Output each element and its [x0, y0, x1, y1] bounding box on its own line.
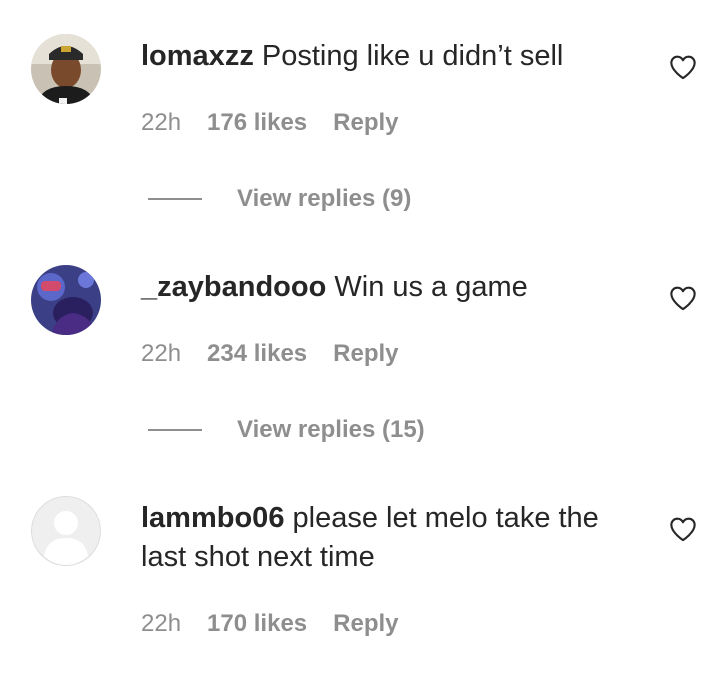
profile-photo-icon	[31, 34, 101, 104]
avatar[interactable]	[31, 34, 101, 104]
comment-username[interactable]: lomaxzz	[141, 40, 254, 72]
comment-body: Win us a game	[334, 271, 528, 303]
avatar[interactable]	[31, 496, 101, 566]
profile-photo-icon	[31, 265, 101, 335]
comment-time[interactable]: 22h	[141, 610, 181, 638]
default-avatar-icon	[31, 496, 101, 566]
reply-button[interactable]: Reply	[333, 109, 398, 137]
reply-button[interactable]: Reply	[333, 340, 398, 368]
comment-time[interactable]: 22h	[141, 109, 181, 137]
comment-meta: 22h 234 likes Reply	[141, 340, 399, 368]
view-replies-label: View replies (9)	[237, 185, 412, 212]
comment-time[interactable]: 22h	[141, 340, 181, 368]
divider-line	[148, 429, 202, 431]
comment-username[interactable]: _zaybandooo	[141, 271, 326, 303]
comment-likes[interactable]: 170 likes	[207, 610, 307, 638]
comment-text: _zaybandooo Win us a game	[141, 268, 641, 307]
comment-meta: 22h 176 likes Reply	[141, 109, 399, 137]
comment-username[interactable]: lammbo06	[141, 502, 284, 534]
heart-icon[interactable]	[669, 285, 697, 311]
heart-icon[interactable]	[669, 516, 697, 542]
heart-icon[interactable]	[669, 54, 697, 80]
view-replies-label: View replies (15)	[237, 416, 425, 443]
avatar[interactable]	[31, 265, 101, 335]
divider-line	[148, 198, 202, 200]
comment-text: lomaxzz Posting like u didn’t sell	[141, 37, 641, 76]
comment-likes[interactable]: 176 likes	[207, 109, 307, 137]
reply-button[interactable]: Reply	[333, 610, 398, 638]
comment-likes[interactable]: 234 likes	[207, 340, 307, 368]
view-replies-button[interactable]: View replies (15)	[148, 415, 425, 445]
comment-meta: 22h 170 likes Reply	[141, 610, 399, 638]
view-replies-button[interactable]: View replies (9)	[148, 184, 411, 214]
comment-body: Posting like u didn’t sell	[261, 40, 564, 72]
comment-text: lammbo06 please let melo take the last s…	[141, 499, 641, 577]
